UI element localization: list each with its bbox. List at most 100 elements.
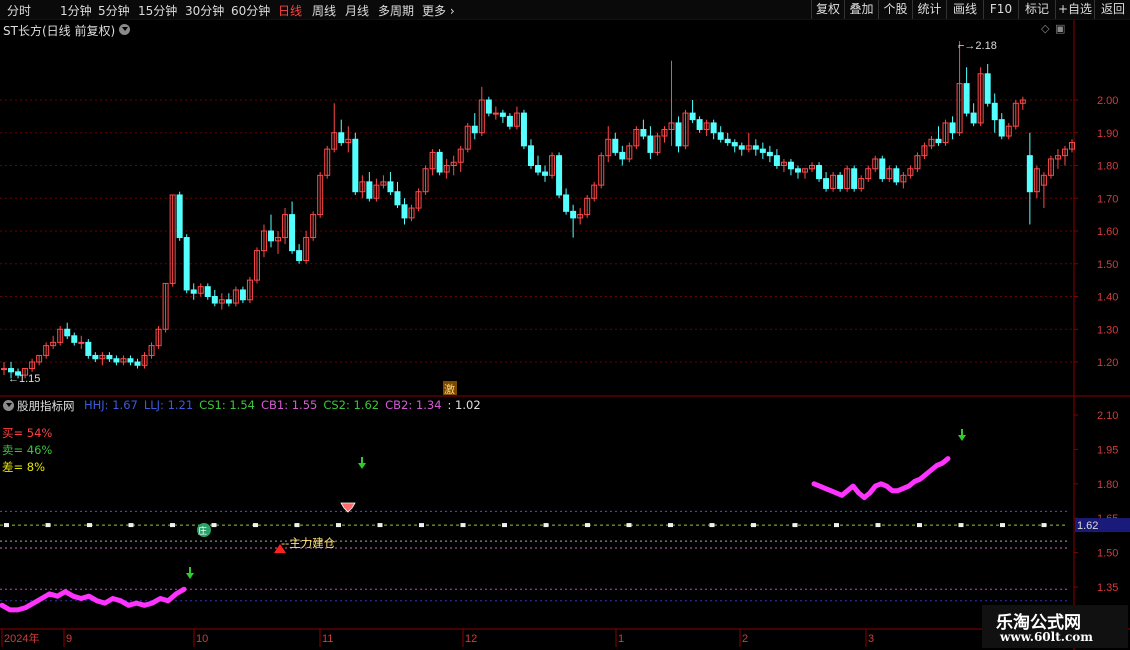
price-tick-label: 1.40: [1097, 292, 1118, 304]
xaxis-label: 2: [742, 633, 748, 645]
candle-body: [984, 73, 991, 104]
candle-body: [78, 341, 85, 344]
candle-body: [935, 138, 942, 144]
xaxis-label: 11: [322, 633, 333, 645]
current-value-label: 1.62: [1077, 520, 1098, 532]
indicator-tick-label: 2.10: [1097, 410, 1118, 422]
signal-dot: [128, 523, 134, 528]
candle-body: [268, 230, 274, 242]
signal-dot: [460, 523, 466, 528]
candle-body: [731, 142, 738, 147]
candle-body: [619, 151, 626, 160]
indicator-chevron-icon[interactable]: [3, 400, 14, 411]
candle-body: [85, 341, 92, 356]
gem-icon: [340, 502, 356, 513]
chevron-down-icon[interactable]: [119, 24, 130, 35]
signal-dot: [336, 523, 341, 528]
price-tick-label: 1.20: [1097, 357, 1118, 369]
indicator-value-llj: LLJ: 1.21: [143, 398, 194, 412]
signal-dot: [792, 523, 798, 528]
candle-body: [970, 112, 977, 124]
indicator-tick-label: 1.80: [1097, 479, 1118, 491]
signal-dot: [211, 523, 217, 528]
candle-body: [570, 210, 577, 219]
candle-body: [183, 237, 190, 291]
candle-body: [520, 112, 527, 147]
xaxis-label: 10: [196, 633, 208, 645]
candle-body: [113, 358, 120, 363]
down-arrow-icon: [186, 573, 194, 579]
signal-dot: [170, 523, 175, 528]
down-arrow-icon: [358, 463, 366, 469]
indicator-value-cb2: CB2: 1.34: [385, 398, 442, 412]
diff-stat: 差= 8%: [2, 460, 46, 474]
indicator-tick-label: 1.35: [1097, 582, 1118, 594]
signal-dot: [294, 523, 300, 528]
candle-body: [387, 181, 394, 193]
window-icon[interactable]: ▣: [1055, 22, 1065, 35]
candle-body: [773, 155, 780, 167]
candle-body: [289, 214, 296, 252]
candle-body: [752, 145, 759, 150]
signal-dot: [626, 523, 632, 528]
candle-body: [675, 122, 682, 147]
event-badge-icon: 激: [444, 382, 455, 396]
signal-dot: [1041, 523, 1047, 528]
candle-body: [492, 112, 499, 115]
candle-body: [394, 191, 401, 206]
indicator-value-cs1: CS1: 1.54: [199, 398, 255, 412]
candle-body: [766, 151, 773, 157]
candle-body: [998, 119, 1005, 137]
candle-body: [893, 168, 900, 183]
candle-body: [225, 299, 232, 304]
candle-body: [689, 112, 696, 121]
candle-body: [787, 161, 794, 170]
signal-dot: [834, 523, 839, 528]
candle-body: [724, 138, 731, 144]
candle-body: [816, 165, 823, 180]
stock-chart[interactable]: 2.00 1.90 1.80 1.70 1.60 1.50 1.40 1.30 1.20 2.10…: [0, 0, 1130, 650]
candle-body: [296, 250, 303, 261]
signal-dot: [87, 523, 92, 528]
signal-dot: [958, 523, 964, 528]
candle-body: [127, 358, 134, 363]
candle-body: [499, 112, 506, 117]
candle-body: [106, 354, 113, 360]
price-tick-label: 1.80: [1097, 161, 1118, 173]
watermark-logo: 乐淘公式网 www.60lt.com: [982, 605, 1128, 648]
candle-body: [696, 119, 703, 130]
candle-body: [71, 335, 78, 343]
candle-body: [92, 354, 99, 360]
signal-dot: [751, 523, 756, 528]
signal-dot: [543, 523, 549, 528]
candle-body: [64, 328, 71, 337]
candle-body: [949, 122, 956, 134]
candle-body: [401, 204, 408, 219]
indicator-tick-label: 1.95: [1097, 444, 1118, 456]
candle-body: [211, 296, 218, 304]
signal-dot: [419, 523, 424, 528]
signal-dot: [502, 523, 507, 528]
candle-body: [823, 178, 830, 189]
indicator-tick-label: 1.50: [1097, 548, 1118, 560]
candle-body: [794, 168, 801, 173]
xaxis-label: 9: [66, 633, 72, 645]
magenta-line-left: [0, 586, 187, 613]
price-tick-label: 2.00: [1097, 95, 1118, 107]
candle-body: [759, 148, 766, 153]
signal-dot: [875, 523, 881, 528]
candle-body: [134, 361, 141, 366]
signal-dot: [668, 523, 673, 528]
candle-body: [239, 289, 246, 301]
candle-body: [176, 194, 183, 239]
candle-body: [647, 135, 654, 153]
signal-dot: [1000, 523, 1005, 528]
signal-dot: [377, 523, 383, 528]
candle-body: [1026, 155, 1033, 193]
price-tick-label: 1.30: [1097, 324, 1118, 336]
candle-body: [190, 289, 197, 294]
diamond-icon[interactable]: ◇: [1041, 22, 1049, 35]
watermark-url: www.60lt.com: [1000, 630, 1093, 644]
price-tick-label: 1.60: [1097, 226, 1118, 238]
candle-body: [1, 368, 7, 371]
